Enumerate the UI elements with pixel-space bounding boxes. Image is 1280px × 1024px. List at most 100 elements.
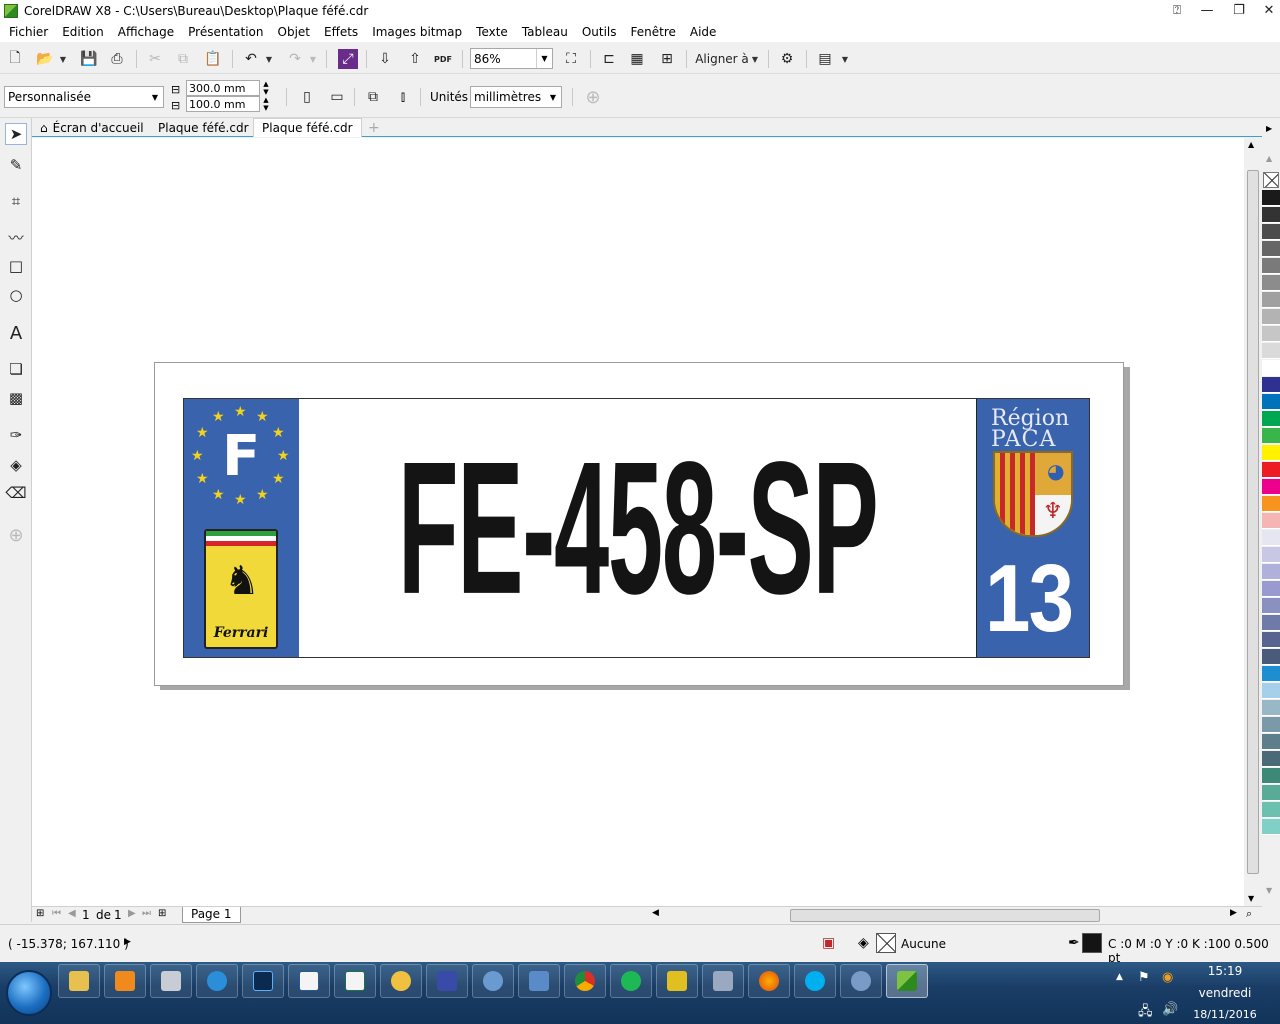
palette-swatch[interactable]	[1262, 581, 1280, 597]
page-size-select[interactable]: Personnalisée ▼	[4, 86, 164, 108]
save-icon[interactable]: 💾	[78, 48, 100, 70]
tab-document-2[interactable]: Plaque féfé.cdr	[253, 118, 362, 137]
application-launcher-icon[interactable]: ▤	[814, 48, 836, 70]
quick-customize-plus-icon[interactable]: ⊕	[582, 86, 604, 108]
palette-swatch[interactable]	[1262, 615, 1280, 631]
palette-swatch[interactable]	[1262, 360, 1280, 376]
last-page-icon[interactable]: ⏭	[142, 908, 151, 919]
menu-images-bitmap[interactable]: Images bitmap	[367, 25, 471, 39]
taskbar-chrome[interactable]	[564, 964, 606, 998]
taskbar-word[interactable]	[288, 964, 330, 998]
transparency-tool-icon[interactable]: ▩	[5, 387, 27, 409]
menu-affichage[interactable]: Affichage	[113, 25, 183, 39]
palette-swatch[interactable]	[1262, 598, 1280, 614]
no-color-swatch[interactable]	[1263, 172, 1279, 188]
taskbar-app-blue[interactable]	[426, 964, 468, 998]
import-icon[interactable]: ⇩	[374, 48, 396, 70]
menu-outils[interactable]: Outils	[577, 25, 626, 39]
taskbar-excel[interactable]	[334, 964, 376, 998]
palette-swatch[interactable]	[1262, 309, 1280, 325]
palette-swatch[interactable]	[1262, 564, 1280, 580]
taskbar-calculator[interactable]	[150, 964, 192, 998]
freehand-tool-icon[interactable]: 〰	[5, 226, 27, 248]
palette-swatch[interactable]	[1262, 632, 1280, 648]
volume-icon[interactable]: 🔊	[1162, 1002, 1178, 1017]
palette-swatch[interactable]	[1262, 292, 1280, 308]
previous-page-icon[interactable]: ◀	[68, 908, 76, 919]
scroll-up-icon[interactable]: ▲	[1248, 140, 1254, 149]
menu-texte[interactable]: Texte	[471, 25, 517, 39]
text-tool-icon[interactable]: A	[5, 322, 27, 344]
next-page-icon[interactable]: ▶	[128, 908, 136, 919]
taskbar-explorer[interactable]	[58, 964, 100, 998]
interactive-fill-tool-icon[interactable]: ◈	[5, 454, 27, 476]
outline-pen-icon[interactable]: ✒	[1068, 935, 1080, 951]
taskbar-coreldraw[interactable]	[886, 964, 928, 998]
show-grid-icon[interactable]: ▦	[626, 48, 648, 70]
palette-swatch[interactable]	[1262, 411, 1280, 427]
tray-expand-icon[interactable]: ▲	[1116, 972, 1123, 982]
taskbar-app-yellow[interactable]	[656, 964, 698, 998]
palette-swatch[interactable]	[1262, 513, 1280, 529]
palette-swatch[interactable]	[1262, 479, 1280, 495]
smart-fill-tool-icon[interactable]: ⌫	[5, 482, 27, 504]
taskbar-app-globe[interactable]	[840, 964, 882, 998]
units-dropdown-icon[interactable]: ▼	[545, 87, 561, 107]
page-height-stepper[interactable]: ▲ ▼	[260, 96, 272, 112]
print-icon[interactable]: ⎙	[106, 48, 128, 70]
palette-swatch[interactable]	[1262, 394, 1280, 410]
fill-bucket-icon[interactable]: ◈	[858, 935, 869, 951]
palette-swatch[interactable]	[1262, 343, 1280, 359]
palette-swatch[interactable]	[1262, 275, 1280, 291]
tray-app-icon[interactable]: ◉	[1162, 970, 1173, 985]
status-expand-icon[interactable]: ▶	[124, 937, 131, 947]
show-rulers-icon[interactable]: ⊏	[598, 48, 620, 70]
palette-swatch[interactable]	[1262, 734, 1280, 750]
palette-scroll-up-icon[interactable]: ▲	[1266, 154, 1272, 163]
export-icon[interactable]: ⇧	[404, 48, 426, 70]
fill-none-swatch[interactable]	[876, 933, 896, 953]
restore-icon[interactable]: ❐	[1224, 0, 1254, 20]
taskbar-network[interactable]	[472, 964, 514, 998]
menu-effets[interactable]: Effets	[319, 25, 367, 39]
taskbar-app-pen[interactable]	[518, 964, 560, 998]
palette-expand-icon[interactable]: ▶	[1266, 124, 1272, 133]
taskbar-skype[interactable]	[794, 964, 836, 998]
hscroll-left-icon[interactable]: ◀	[652, 908, 659, 918]
taskbar-media-player[interactable]	[104, 964, 146, 998]
show-guidelines-icon[interactable]: ⊞	[656, 48, 678, 70]
ellipse-tool-icon[interactable]: ○	[5, 284, 27, 306]
vertical-scrollbar[interactable]: ▲ ▼	[1244, 138, 1262, 906]
launcher-dropdown-icon[interactable]: ▼	[840, 48, 850, 70]
taskbar-photoshop[interactable]	[242, 964, 284, 998]
network-tray-icon[interactable]: 🖧	[1138, 1002, 1153, 1024]
drop-shadow-tool-icon[interactable]: ❏	[5, 358, 27, 380]
undo-dropdown-icon[interactable]: ▼	[264, 48, 274, 70]
page-tab[interactable]: Page 1	[182, 907, 241, 923]
shape-tool-icon[interactable]: ✎	[5, 154, 27, 176]
all-pages-icon[interactable]: ⧉	[362, 86, 384, 108]
redo-icon[interactable]: ↷	[284, 48, 306, 70]
close-icon[interactable]: ✕	[1254, 0, 1280, 20]
color-proof-icon[interactable]: ▣	[822, 935, 835, 951]
eyedropper-tool-icon[interactable]: ✑	[5, 424, 27, 446]
units-select[interactable]: millimètres ▼	[470, 86, 562, 108]
palette-swatch[interactable]	[1262, 768, 1280, 784]
add-page-before-icon[interactable]: ⊞	[36, 908, 44, 919]
palette-swatch[interactable]	[1262, 428, 1280, 444]
palette-swatch[interactable]	[1262, 377, 1280, 393]
open-dropdown-icon[interactable]: ▼	[58, 48, 68, 70]
help-icon[interactable]: ⍰	[1162, 0, 1192, 20]
page-height-field[interactable]: 100.0 mm	[186, 96, 260, 112]
scroll-down-icon[interactable]: ▼	[1248, 894, 1254, 903]
palette-swatch[interactable]	[1262, 819, 1280, 835]
horizontal-scroll-thumb[interactable]	[790, 909, 1100, 922]
zoom-dropdown-icon[interactable]: ▼	[536, 49, 552, 68]
palette-swatch[interactable]	[1262, 326, 1280, 342]
palette-swatch[interactable]	[1262, 241, 1280, 257]
new-tab-plus-icon[interactable]: +	[360, 118, 388, 137]
paste-icon[interactable]: 📋	[202, 48, 224, 70]
palette-swatch[interactable]	[1262, 496, 1280, 512]
add-tool-plus-icon[interactable]: ⊕	[5, 524, 27, 546]
publish-pdf-icon[interactable]: PDF	[432, 48, 454, 70]
